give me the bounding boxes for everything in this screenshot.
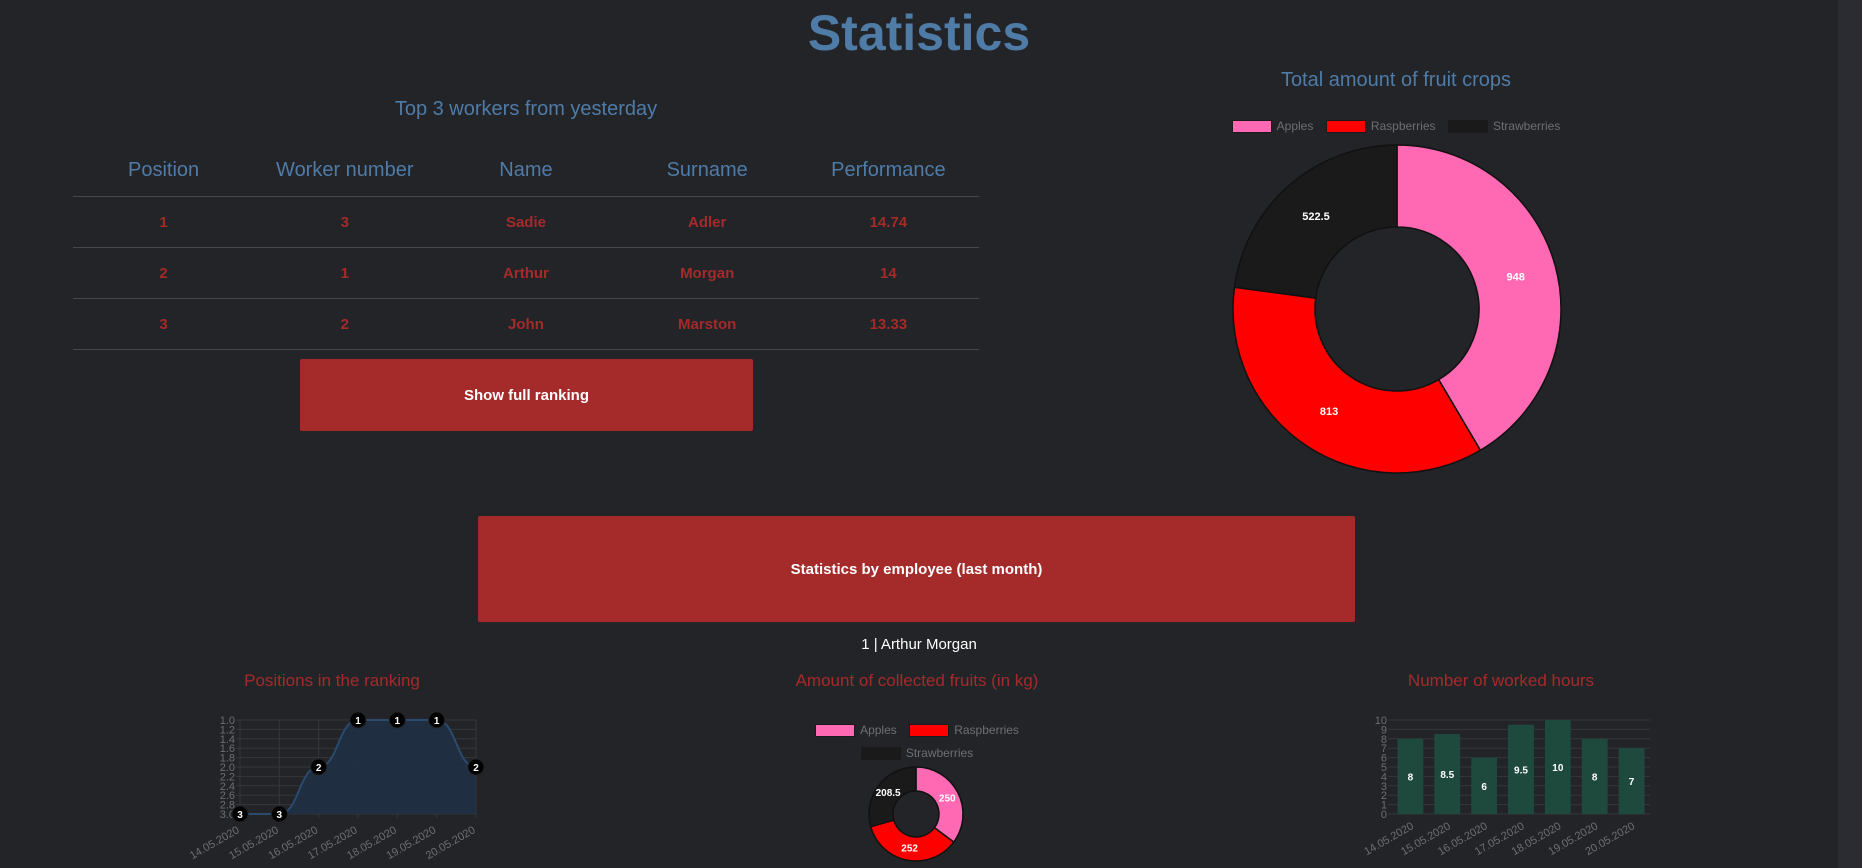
data-label: 1 <box>434 716 440 727</box>
data-label: 2 <box>473 763 479 774</box>
cell-name: Sadie <box>435 196 617 248</box>
table-row: 3 2 John Marston 13.33 <box>73 298 979 350</box>
column-header-surname: Surname <box>616 144 798 197</box>
legend-item-apples[interactable]: Apples <box>815 720 897 741</box>
top-workers-table: Position Worker number Name Surname Perf… <box>73 144 979 350</box>
donut-value-label-raspberries: 813 <box>1320 406 1338 418</box>
cell-performance: 14 <box>797 247 979 299</box>
positions-area-chart: 1.01.21.41.61.82.02.22.42.62.83.014.05.2… <box>188 711 485 862</box>
data-label: 3 <box>277 810 283 821</box>
cell-position: 1 <box>73 196 255 248</box>
bar-value-label: 8 <box>1592 772 1598 783</box>
cell-name: John <box>435 298 617 350</box>
donut-value-label-strawberries: 208.5 <box>876 788 901 799</box>
bar-value-label: 10 <box>1552 763 1564 774</box>
cell-worker-number: 1 <box>254 247 436 299</box>
legend-item-apples[interactable]: Apples <box>1231 119 1313 133</box>
bar-value-label: 9.5 <box>1514 765 1528 776</box>
cell-performance: 14.74 <box>797 196 979 248</box>
legend-item-raspberries[interactable]: Raspberries <box>1325 119 1436 133</box>
scrollbar[interactable] <box>1838 0 1862 868</box>
y-tick-label: 10 <box>1375 715 1387 727</box>
worked-hours-bar-chart: 012345678910814.05.20208.515.05.2020616.… <box>1362 715 1650 858</box>
legend-item-strawberries[interactable]: Strawberries <box>860 743 973 764</box>
bar-value-label: 8.5 <box>1440 770 1454 781</box>
statistics-by-employee-button[interactable]: Statistics by employee (last month) <box>478 516 1355 622</box>
cell-position: 3 <box>73 298 255 350</box>
bar-value-label: 8 <box>1408 772 1414 783</box>
donut-value-label-apples: 948 <box>1506 271 1524 283</box>
total-crops-title: Total amount of fruit crops <box>1280 69 1512 91</box>
legend-item-raspberries[interactable]: Raspberries <box>909 720 1019 741</box>
collected-fruits-legend: Apples Raspberries Strawberries <box>787 720 1047 766</box>
show-full-ranking-button[interactable]: Show full ranking <box>300 359 753 431</box>
cell-worker-number: 3 <box>254 196 436 248</box>
donut-value-label-raspberries: 252 <box>901 844 918 855</box>
cell-position: 2 <box>73 247 255 299</box>
worked-hours-title: Number of worked hours <box>1407 671 1595 690</box>
donut-value-label-strawberries: 522.5 <box>1302 211 1330 223</box>
column-header-name: Name <box>435 144 617 197</box>
cell-performance: 13.33 <box>797 298 979 350</box>
data-label: 1 <box>355 716 361 727</box>
cell-surname: Marston <box>616 298 798 350</box>
table-row: 1 3 Sadie Adler 14.74 <box>73 196 979 248</box>
page-title: Statistics <box>807 5 1031 61</box>
collected-fruits-title: Amount of collected fruits (in kg) <box>795 671 1039 690</box>
column-header-worker-number: Worker number <box>254 144 436 197</box>
cell-surname: Adler <box>616 196 798 248</box>
total-crops-legend: Apples Raspberries Strawberries <box>1196 119 1596 138</box>
table-row: 2 1 Arthur Morgan 14 <box>73 247 979 299</box>
cell-name: Arthur <box>435 247 617 299</box>
positions-chart-title: Positions in the ranking <box>244 671 420 690</box>
donut-value-label-apples: 250 <box>939 794 956 805</box>
total-crops-donut-chart: 948 813 522.5 <box>1232 144 1562 474</box>
collected-fruits-donut-chart: 250 252 208.5 <box>868 766 964 862</box>
data-label: 2 <box>316 763 322 774</box>
selected-worker-label: 1 | Arthur Morgan <box>861 636 977 653</box>
cell-worker-number: 2 <box>254 298 436 350</box>
column-header-performance: Performance <box>797 144 979 197</box>
bar-value-label: 7 <box>1629 777 1635 788</box>
bar-value-label: 6 <box>1481 782 1487 793</box>
data-label: 1 <box>395 716 401 727</box>
column-header-position: Position <box>73 144 255 197</box>
table-header-row: Position Worker number Name Surname Perf… <box>73 144 979 197</box>
top-workers-title: Top 3 workers from yesterday <box>394 98 658 120</box>
cell-surname: Morgan <box>616 247 798 299</box>
legend-item-strawberries[interactable]: Strawberries <box>1447 119 1560 133</box>
data-label: 3 <box>237 810 243 821</box>
